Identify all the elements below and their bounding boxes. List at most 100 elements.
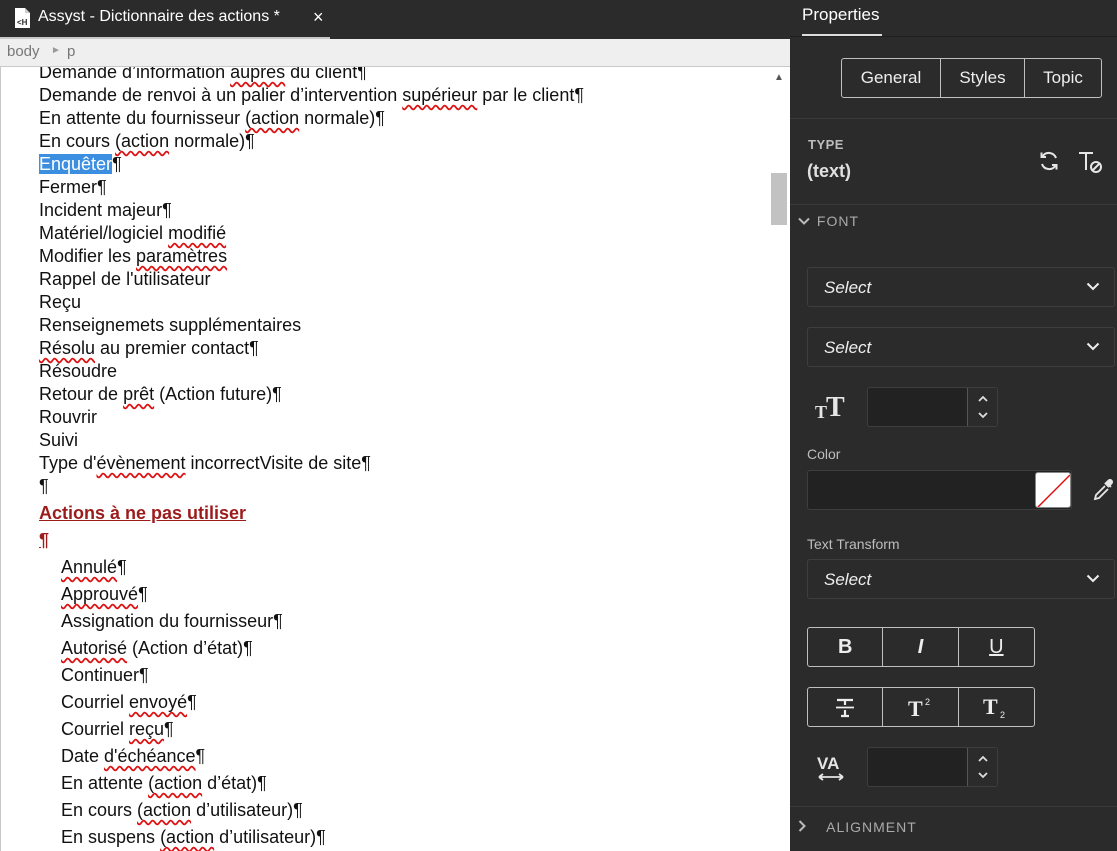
sublist-item[interactable]: Assignation du fournisseur¶ — [61, 610, 283, 633]
breadcrumb: body ► p — [0, 39, 790, 67]
chevron-down-icon — [798, 213, 812, 229]
list-item[interactable]: En attente du fournisseur (action normal… — [39, 107, 385, 130]
text-transform-select[interactable]: Select — [807, 559, 1115, 599]
tab-topic[interactable]: Topic — [1025, 59, 1101, 97]
font-family-select[interactable]: Select — [807, 267, 1115, 307]
sublist-item[interactable]: En attente (action d’état)¶ — [61, 772, 267, 795]
sublist-item[interactable]: Courriel envoyé¶ — [61, 691, 197, 714]
empty-paragraph[interactable]: ¶ — [39, 475, 49, 498]
svg-text:2: 2 — [925, 697, 930, 707]
text-position-buttons: T 2 T 2 — [807, 687, 1035, 727]
text-transform-label: Text Transform — [807, 536, 900, 552]
sublist-item[interactable]: Date d'échéance¶ — [61, 745, 205, 768]
eyedropper-icon[interactable] — [1092, 479, 1114, 501]
strikethrough-button[interactable] — [808, 688, 884, 726]
sublist-item[interactable]: En suspens (action d’utilisateur)¶ — [61, 826, 326, 849]
divider — [790, 204, 1117, 205]
svg-text:VA: VA — [817, 754, 839, 773]
document-content[interactable]: Demande d’information auprès du client¶ … — [0, 67, 768, 851]
list-item[interactable]: Renseignemets supplémentaires — [39, 314, 301, 337]
chevron-right-icon — [798, 819, 822, 835]
list-item[interactable]: Fermer¶ — [39, 176, 107, 199]
color-input[interactable] — [807, 470, 1072, 510]
type-value: (text) — [807, 161, 851, 181]
svg-text:2: 2 — [1000, 710, 1005, 719]
color-swatch[interactable] — [1035, 472, 1071, 508]
list-item[interactable]: Rouvrir — [39, 406, 97, 429]
subscript-button[interactable]: T 2 — [959, 688, 1034, 726]
font-family-select-value: Select — [824, 278, 872, 297]
tab-styles[interactable]: Styles — [941, 59, 1025, 97]
font-weight-select[interactable]: Select — [807, 327, 1115, 367]
sublist-item[interactable]: En cours (action d’utilisateur)¶ — [61, 799, 303, 822]
list-item[interactable]: Incident majeur¶ — [39, 199, 172, 222]
letter-spacing-stepper[interactable] — [867, 747, 998, 787]
font-weight-select-value: Select — [824, 338, 872, 357]
superscript-icon: T 2 — [908, 696, 930, 719]
tab-general[interactable]: General — [842, 59, 941, 97]
strikethrough-icon — [836, 698, 855, 718]
list-item-selected[interactable]: Enquêter¶ — [39, 153, 122, 176]
bold-button[interactable]: B — [808, 628, 884, 666]
svg-text:<H: <H — [17, 18, 28, 27]
stepper-up-icon[interactable] — [977, 753, 989, 765]
properties-tab[interactable]: Properties — [802, 5, 879, 25]
sublist-item[interactable]: Approuvé¶ — [61, 583, 148, 606]
list-item[interactable]: Suivi — [39, 429, 78, 452]
color-label: Color — [807, 446, 841, 462]
divider — [790, 806, 1117, 807]
stepper-down-icon[interactable] — [977, 769, 989, 781]
alignment-section-toggle[interactable]: ALIGNMENT — [798, 819, 917, 835]
selected-text[interactable]: Enquêter — [39, 154, 113, 174]
document-icon: <H — [15, 8, 30, 28]
font-size-stepper[interactable] — [867, 387, 998, 427]
list-item[interactable]: Demande d’information auprès du client¶ — [39, 67, 367, 84]
list-item[interactable]: Matériel/logiciel modifié — [39, 222, 226, 245]
font-section-label: FONT — [816, 213, 859, 229]
font-section-toggle[interactable]: FONT — [798, 213, 859, 229]
sublist-item[interactable]: Annulé¶ — [61, 556, 127, 579]
stepper-down-icon[interactable] — [977, 409, 989, 421]
font-size-icon: T T — [815, 392, 845, 420]
close-tab-icon[interactable]: × — [313, 7, 324, 27]
list-item[interactable]: Résolu au premier contact¶ — [39, 337, 259, 360]
tab-bar: <H Assyst - Dictionnaire des actions * × — [0, 0, 790, 39]
sublist-item[interactable]: Continuer¶ — [61, 664, 149, 687]
list-item[interactable]: Résoudre — [39, 360, 117, 383]
chevron-down-icon — [1086, 574, 1100, 583]
sublist-item[interactable]: Autorisé (Action d’état)¶ — [61, 637, 253, 660]
list-item[interactable]: Reçu — [39, 291, 81, 314]
divider — [790, 118, 1117, 119]
no-color-icon — [1037, 474, 1070, 507]
list-item[interactable]: Type d'évènement incorrectVisite de site… — [39, 452, 371, 475]
superscript-button[interactable]: T 2 — [883, 688, 959, 726]
list-item[interactable]: En cours (action normale)¶ — [39, 130, 255, 153]
scroll-up-icon[interactable]: ▲ — [774, 72, 784, 83]
list-item[interactable]: Demande de renvoi à un palier d’interven… — [39, 84, 584, 107]
sublist-item[interactable]: Courriel reçu¶ — [61, 718, 174, 741]
list-item[interactable]: Retour de prêt (Action future)¶ — [39, 383, 282, 406]
text-style-buttons: B I U — [807, 627, 1035, 667]
svg-text:T: T — [983, 695, 998, 719]
list-item[interactable]: Rappel de l'utilisateur — [39, 268, 211, 291]
underline-button[interactable]: U — [959, 628, 1034, 666]
chevron-down-icon — [1086, 282, 1100, 291]
document-tab[interactable]: <H Assyst - Dictionnaire des actions * × — [0, 0, 330, 39]
properties-segment-control: General Styles Topic — [841, 58, 1102, 98]
vertical-scrollbar[interactable]: ▲ — [768, 67, 790, 851]
breadcrumb-p[interactable]: p — [67, 43, 75, 60]
svg-text:T: T — [826, 392, 845, 420]
italic-button[interactable]: I — [883, 628, 959, 666]
breadcrumb-separator-icon: ► — [51, 45, 61, 56]
subscript-icon: T 2 — [983, 695, 1005, 719]
breadcrumb-body[interactable]: body — [7, 43, 40, 60]
refresh-icon[interactable] — [1038, 150, 1060, 172]
section-heading[interactable]: Actions à ne pas utiliser — [39, 502, 246, 525]
heading-pilcrow[interactable]: ¶ — [39, 529, 49, 552]
scrollbar-thumb[interactable] — [771, 173, 787, 225]
letter-spacing-icon: VA — [817, 754, 844, 781]
clear-format-icon[interactable] — [1077, 150, 1103, 174]
properties-panel: Properties General Styles Topic TYPE (te… — [790, 0, 1117, 851]
list-item[interactable]: Modifier les paramètres — [39, 245, 227, 268]
stepper-up-icon[interactable] — [977, 393, 989, 405]
